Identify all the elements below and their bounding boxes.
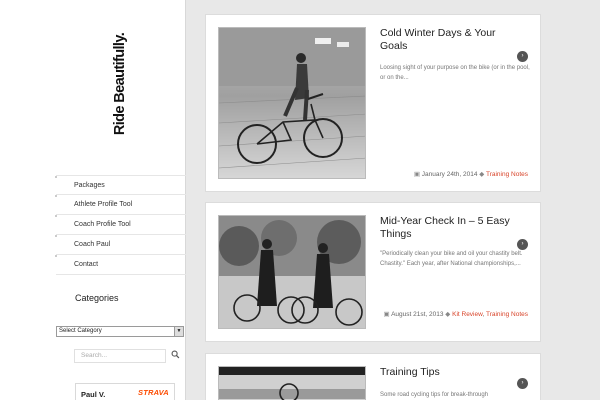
calendar-icon: ▣ bbox=[383, 311, 390, 318]
categories-heading: Categories bbox=[75, 293, 119, 303]
vintage-women-cyclists-image bbox=[219, 216, 365, 328]
nav-item-coach-profile-tool[interactable]: Coach Profile Tool bbox=[55, 215, 186, 235]
category-select[interactable]: Select Category ▼ bbox=[56, 326, 184, 337]
post-card: Cold Winter Days & Your Goals › Loosing … bbox=[205, 14, 541, 192]
category-select-value: Select Category bbox=[59, 328, 102, 334]
post-thumbnail[interactable] bbox=[218, 27, 366, 179]
nav-item-packages[interactable]: Packages bbox=[55, 175, 186, 195]
post-card: Mid-Year Check In – 5 Easy Things › "Per… bbox=[205, 202, 541, 342]
select-arrow-icon[interactable]: ▼ bbox=[174, 327, 183, 336]
post-meta: ▣ January 24th, 2014 ◆ Training Notes bbox=[378, 169, 528, 180]
sidebar: Ride Beautifully. Packages Athlete Profi… bbox=[0, 0, 186, 400]
tag-icon: ◆ bbox=[445, 311, 451, 318]
post-date: August 21st, 2013 bbox=[391, 311, 444, 318]
post-excerpt: Loosing sight of your purpose on the bik… bbox=[380, 65, 530, 81]
search-input[interactable]: Search... bbox=[74, 349, 166, 363]
nav-item-coach-paul[interactable]: Coach Paul bbox=[55, 235, 186, 255]
search-icon[interactable] bbox=[171, 350, 181, 362]
post-title[interactable]: Cold Winter Days & Your Goals bbox=[380, 27, 520, 53]
post-category-link[interactable]: Kit Review bbox=[452, 311, 482, 318]
post-category-link[interactable]: Training Notes bbox=[486, 171, 528, 178]
post-excerpt: Some road cycling tips for break-through bbox=[380, 392, 489, 398]
strava-widget[interactable]: Paul V. STRAVA bbox=[75, 383, 175, 400]
post-thumbnail[interactable] bbox=[218, 215, 366, 329]
strava-logo: STRAVA bbox=[138, 388, 169, 397]
site-logo[interactable]: Ride Beautifully. bbox=[108, 14, 132, 154]
post-meta: ▣ August 21st, 2013 ◆ Kit Review, Traini… bbox=[383, 311, 528, 318]
search-icon-glyph bbox=[171, 350, 180, 359]
read-more-arrow-icon[interactable]: › bbox=[517, 51, 528, 62]
calendar-icon: ▣ bbox=[413, 171, 420, 178]
nav-item-contact[interactable]: Contact bbox=[55, 255, 186, 275]
post-title[interactable]: Training Tips bbox=[380, 366, 520, 379]
vintage-cyclist-image bbox=[219, 28, 365, 178]
post-list: Cold Winter Days & Your Goals › Loosing … bbox=[186, 0, 600, 400]
post-thumbnail[interactable] bbox=[218, 366, 366, 400]
post-title[interactable]: Mid-Year Check In – 5 Easy Things bbox=[380, 215, 520, 241]
strava-athlete-name: Paul V. bbox=[81, 390, 106, 399]
nav-item-athlete-profile-tool[interactable]: Athlete Profile Tool bbox=[55, 195, 186, 215]
post-excerpt: "Periodically clean your bike and oil yo… bbox=[380, 251, 523, 267]
post-date: January 24th, 2014 bbox=[421, 171, 478, 178]
post-category-link[interactable]: Training Notes bbox=[486, 311, 528, 318]
site-logo-text[interactable]: Ride Beautifully. bbox=[112, 16, 128, 152]
vintage-race-image bbox=[219, 367, 365, 400]
main-nav: Packages Athlete Profile Tool Coach Prof… bbox=[55, 175, 186, 275]
post-card: Training Tips › Some road cycling tips f… bbox=[205, 353, 541, 400]
read-more-arrow-icon[interactable]: › bbox=[517, 378, 528, 389]
tag-icon: ◆ bbox=[479, 171, 485, 178]
